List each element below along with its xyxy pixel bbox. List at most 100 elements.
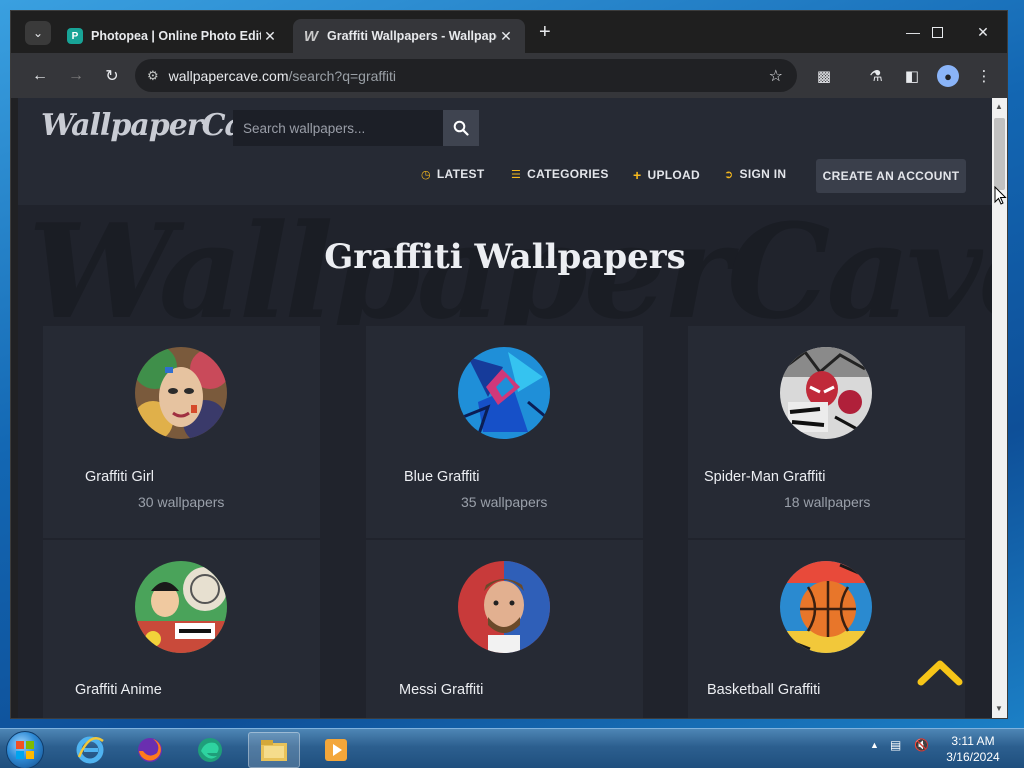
nav-upload[interactable]: + UPLOAD bbox=[633, 167, 700, 183]
site-info-icon[interactable]: ⚙ bbox=[147, 68, 159, 84]
nav-label: UPLOAD bbox=[647, 168, 700, 182]
taskbar-file-explorer[interactable] bbox=[248, 732, 300, 768]
scrollbar-thumb[interactable] bbox=[994, 118, 1005, 190]
close-icon[interactable]: ✕ bbox=[497, 28, 515, 45]
taskbar-media-player[interactable] bbox=[310, 732, 362, 768]
list-icon: ☰ bbox=[511, 168, 522, 181]
category-thumbnail[interactable] bbox=[458, 561, 550, 653]
system-clock[interactable]: 3:11 AM 3/16/2024 bbox=[940, 733, 1006, 765]
sign-in-icon: ➲ bbox=[724, 168, 734, 181]
arrow-left-icon: ← bbox=[32, 67, 48, 84]
more-vertical-icon: ⋮ bbox=[976, 68, 992, 85]
bookmark-star-icon[interactable]: ☆ bbox=[769, 66, 783, 86]
photopea-icon: P bbox=[67, 28, 83, 44]
tab-strip: ⌄ P Photopea | Online Photo Editor ✕ W G… bbox=[11, 11, 1007, 53]
category-card[interactable]: Blue Graffiti 35 wallpapers bbox=[366, 326, 643, 538]
close-window-button[interactable]: ✕ bbox=[963, 19, 1003, 45]
labs-button[interactable]: ⚗ bbox=[863, 63, 889, 89]
browser-toolbar: ← → ↻ ⚙ wallpapercave.com/search?q=graff… bbox=[11, 53, 1007, 98]
wallpapercave-icon: W bbox=[303, 27, 319, 45]
new-tab-button[interactable]: + bbox=[539, 22, 551, 42]
nav-sign-in[interactable]: ➲ SIGN IN bbox=[724, 167, 786, 181]
category-name[interactable]: Messi Graffiti bbox=[399, 682, 483, 698]
category-card[interactable]: Graffiti Anime bbox=[43, 540, 320, 718]
category-count: 18 wallpapers bbox=[784, 494, 871, 510]
category-card[interactable]: Spider-Man Graffiti 18 wallpapers bbox=[688, 326, 965, 538]
nav-label: SIGN IN bbox=[739, 167, 787, 181]
tab-search-button[interactable]: ⌄ bbox=[25, 21, 51, 45]
category-name[interactable]: Blue Graffiti bbox=[404, 469, 480, 485]
category-card[interactable]: Graffiti Girl 30 wallpapers bbox=[43, 326, 320, 538]
nav-label: LATEST bbox=[436, 167, 485, 181]
create-account-button[interactable]: CREATE AN ACCOUNT bbox=[816, 159, 966, 193]
scroll-to-top-button[interactable] bbox=[916, 658, 964, 686]
network-icon[interactable]: ▤ bbox=[890, 738, 901, 752]
tab-photopea[interactable]: P Photopea | Online Photo Editor ✕ bbox=[57, 19, 289, 53]
category-thumbnail[interactable] bbox=[780, 347, 872, 439]
category-name[interactable]: Spider-Man Graffiti bbox=[704, 469, 825, 485]
category-card[interactable]: Basketball Graffiti bbox=[688, 540, 965, 718]
blue-graffiti-image bbox=[458, 347, 550, 439]
category-count: 30 wallpapers bbox=[138, 494, 225, 510]
show-hidden-icons-icon[interactable]: ▲ bbox=[870, 740, 879, 750]
side-panel-button[interactable]: ◧ bbox=[899, 63, 925, 89]
category-name[interactable]: Basketball Graffiti bbox=[707, 682, 820, 698]
nav-categories[interactable]: ☰ CATEGORIES bbox=[511, 167, 609, 181]
category-thumbnail[interactable] bbox=[780, 561, 872, 653]
category-thumbnail[interactable] bbox=[135, 561, 227, 653]
edge-icon bbox=[198, 738, 222, 762]
page-viewport: WallpaperCave ◷ LATEST ☰ CATEGORIES + UP… bbox=[18, 98, 992, 718]
page-title: Graffiti Wallpapers bbox=[324, 237, 686, 277]
chevron-down-icon: ⌄ bbox=[32, 26, 44, 40]
graffiti-girl-image bbox=[135, 347, 227, 439]
reload-button[interactable]: ↻ bbox=[99, 63, 125, 89]
taskbar-firefox[interactable] bbox=[124, 732, 176, 768]
search-input[interactable] bbox=[233, 110, 443, 146]
clock-date: 3/16/2024 bbox=[946, 750, 1000, 764]
category-thumbnail[interactable] bbox=[458, 347, 550, 439]
start-button[interactable] bbox=[6, 731, 44, 768]
scroll-up-arrow-icon[interactable]: ▲ bbox=[995, 102, 1003, 111]
maximize-icon bbox=[931, 26, 943, 38]
mouse-cursor-icon bbox=[994, 186, 1007, 205]
taskbar-edge[interactable] bbox=[184, 732, 236, 768]
windows-taskbar: ▲ ▤ 🔇 3:11 AM 3/16/2024 bbox=[0, 728, 1024, 768]
close-icon: ✕ bbox=[977, 23, 989, 40]
profile-button[interactable]: ● bbox=[935, 63, 961, 89]
tab-title: Graffiti Wallpapers - WallpaperCave bbox=[327, 29, 497, 43]
category-name[interactable]: Graffiti Anime bbox=[75, 682, 162, 698]
arrow-right-icon: → bbox=[68, 67, 84, 84]
clock-icon: ◷ bbox=[421, 168, 431, 181]
windows-logo-icon bbox=[16, 741, 34, 759]
media-player-icon bbox=[325, 739, 347, 761]
extensions-button[interactable]: ▩ bbox=[811, 63, 837, 89]
profile-avatar-icon: ● bbox=[937, 65, 959, 87]
browser-window: ⌄ P Photopea | Online Photo Editor ✕ W G… bbox=[10, 10, 1008, 719]
nav-latest[interactable]: ◷ LATEST bbox=[421, 167, 484, 181]
browser-menu-button[interactable]: ⋮ bbox=[971, 63, 997, 89]
back-button[interactable]: ← bbox=[27, 63, 53, 89]
reload-icon: ↻ bbox=[105, 68, 119, 85]
category-name[interactable]: Graffiti Girl bbox=[85, 469, 154, 485]
taskbar-internet-explorer[interactable] bbox=[64, 732, 116, 768]
search-icon bbox=[453, 120, 469, 136]
maximize-button[interactable] bbox=[917, 19, 957, 45]
puzzle-icon: ▩ bbox=[816, 68, 832, 85]
forward-button[interactable]: → bbox=[63, 63, 89, 89]
tab-wallpapercave[interactable]: W Graffiti Wallpapers - WallpaperCave ✕ bbox=[293, 19, 525, 53]
address-bar[interactable]: ⚙ wallpapercave.com/search?q=graffiti ☆ bbox=[135, 59, 797, 92]
category-thumbnail[interactable] bbox=[135, 347, 227, 439]
side-panel-icon: ◧ bbox=[904, 68, 920, 85]
url-host: wallpapercave.com bbox=[168, 67, 289, 84]
volume-muted-icon[interactable]: 🔇 bbox=[914, 738, 929, 752]
category-card[interactable]: Messi Graffiti bbox=[366, 540, 643, 718]
scroll-down-arrow-icon[interactable]: ▼ bbox=[995, 704, 1003, 713]
plus-icon: + bbox=[633, 167, 642, 183]
close-icon[interactable]: ✕ bbox=[261, 28, 279, 45]
nav-label: CATEGORIES bbox=[527, 167, 609, 181]
firefox-icon bbox=[138, 738, 162, 762]
spider-man-graffiti-image bbox=[780, 347, 872, 439]
tab-title: Photopea | Online Photo Editor bbox=[91, 29, 261, 43]
file-explorer-icon bbox=[261, 740, 287, 761]
search-button[interactable] bbox=[443, 110, 479, 146]
